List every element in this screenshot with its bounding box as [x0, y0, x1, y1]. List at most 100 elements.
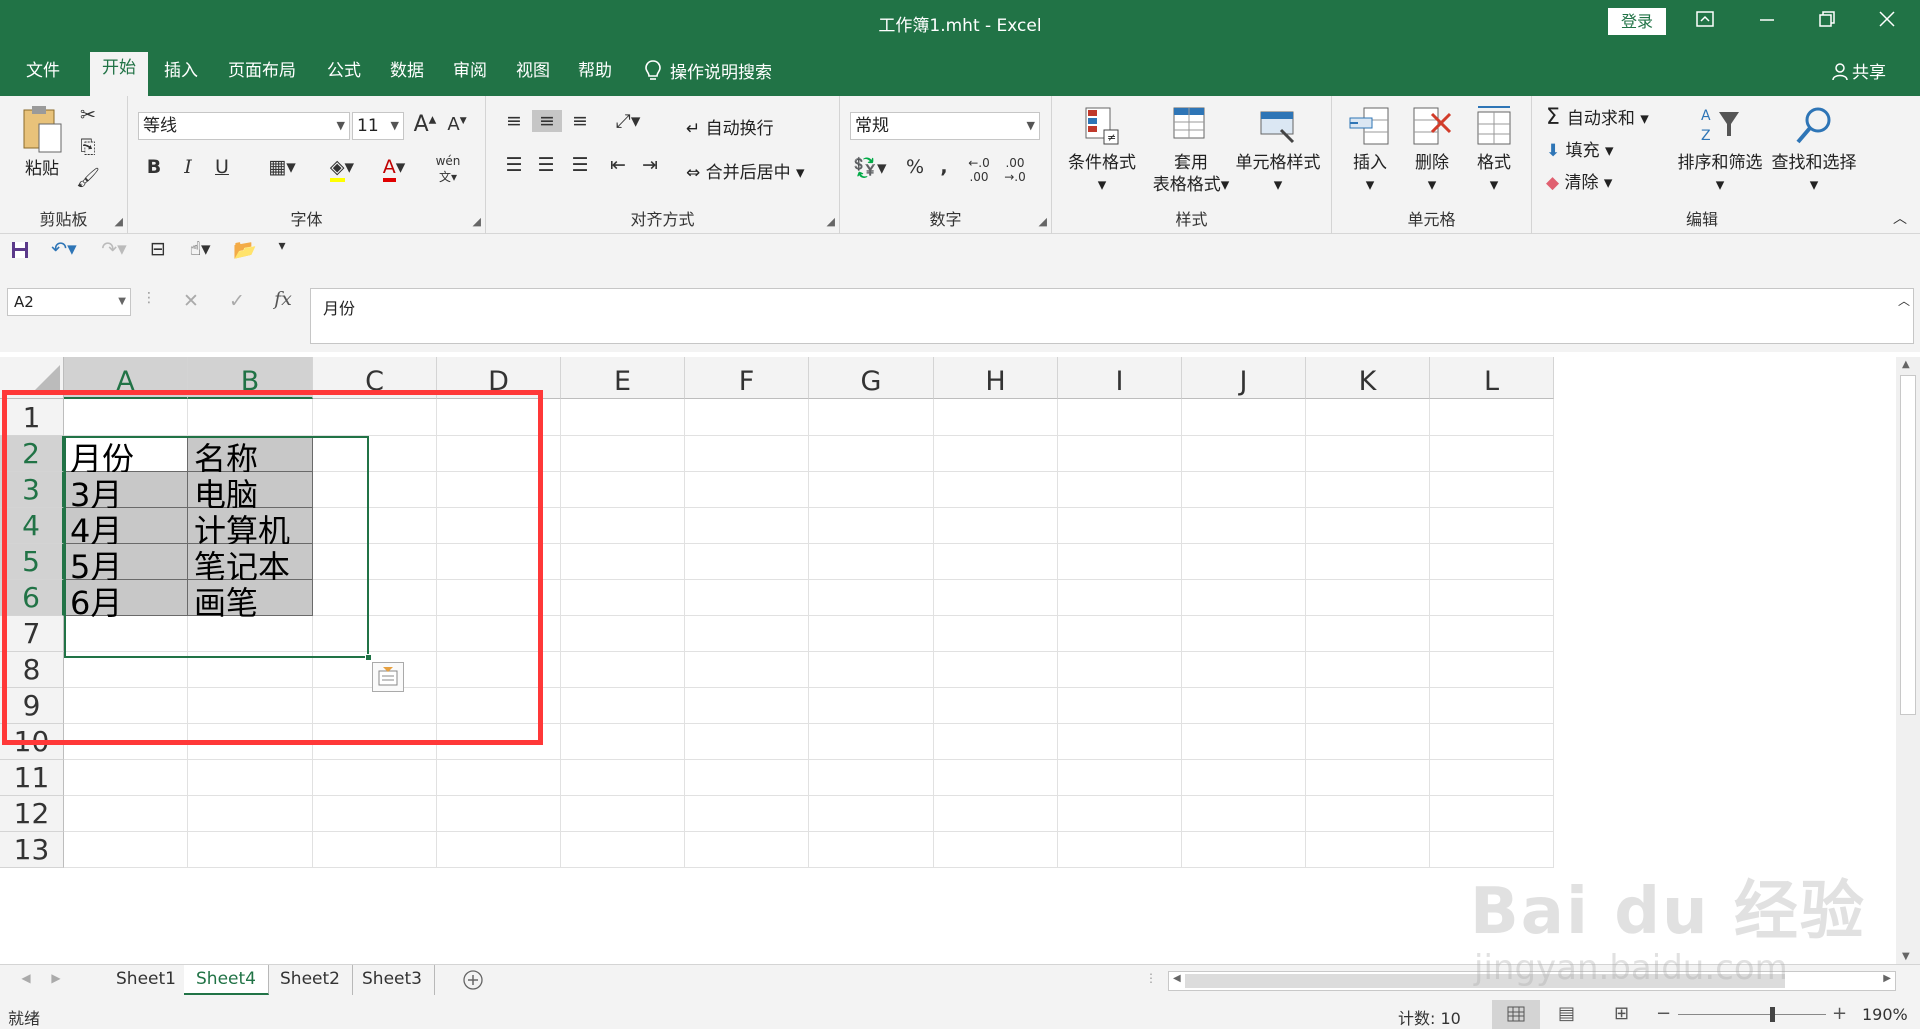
insert-function-icon[interactable]: fx	[268, 288, 298, 310]
login-button[interactable]: 登录	[1608, 8, 1666, 35]
cell-i6[interactable]	[1058, 580, 1182, 616]
cell-i2[interactable]	[1058, 436, 1182, 472]
row-header-13[interactable]: 13	[0, 832, 64, 868]
tab-help[interactable]: 帮助	[578, 58, 612, 96]
cell-d4[interactable]	[437, 508, 561, 544]
cell-k4[interactable]	[1306, 508, 1430, 544]
cell-f13[interactable]	[685, 832, 809, 868]
cell-l2[interactable]	[1430, 436, 1554, 472]
column-header-d[interactable]: D	[437, 357, 561, 399]
quick-analysis-button[interactable]	[372, 662, 404, 692]
cell-a1[interactable]	[64, 399, 188, 436]
comma-button[interactable]: ,	[934, 156, 954, 178]
cell-a2[interactable]: 月份	[64, 436, 188, 478]
increase-decimal-icon[interactable]: ←.0.00	[964, 156, 994, 184]
cell-k13[interactable]	[1306, 832, 1430, 868]
touch-mode-icon[interactable]: ☝▾	[180, 238, 220, 260]
cell-d12[interactable]	[437, 796, 561, 832]
tab-data[interactable]: 数据	[390, 58, 424, 96]
column-header-k[interactable]: K	[1306, 357, 1430, 399]
cell-h7[interactable]	[934, 616, 1058, 652]
cell-i11[interactable]	[1058, 760, 1182, 796]
close-icon[interactable]	[1872, 10, 1902, 36]
cut-icon[interactable]: ✂	[74, 104, 102, 126]
cell-g6[interactable]	[809, 580, 934, 616]
cell-f3[interactable]	[685, 472, 809, 508]
prev-sheet-icon[interactable]: ◀	[18, 971, 34, 985]
underline-button[interactable]: U	[210, 156, 234, 178]
cell-l13[interactable]	[1430, 832, 1554, 868]
cell-j7[interactable]	[1182, 616, 1306, 652]
confirm-entry-icon[interactable]: ✓	[224, 290, 250, 312]
zoom-in-icon[interactable]: +	[1832, 1003, 1847, 1024]
ribbon-display-icon[interactable]	[1690, 10, 1720, 36]
cell-j13[interactable]	[1182, 832, 1306, 868]
delete-cells-button[interactable]: 删除 ▾	[1402, 104, 1462, 196]
cell-l1[interactable]	[1430, 399, 1554, 436]
cell-l8[interactable]	[1430, 652, 1554, 688]
font-name-select[interactable]: 等线 ▼	[138, 112, 350, 140]
autosum-button[interactable]: Σ 自动求和 ▾	[1546, 104, 1649, 130]
cell-g12[interactable]	[809, 796, 934, 832]
cell-c6[interactable]	[313, 580, 437, 616]
sheet-tab-sheet1[interactable]: Sheet1	[104, 965, 189, 995]
cell-d1[interactable]	[437, 399, 561, 436]
paste-button[interactable]: 粘贴	[14, 104, 70, 180]
align-center-icon[interactable]: ☰	[532, 154, 560, 176]
cell-g11[interactable]	[809, 760, 934, 796]
cell-c4[interactable]	[313, 508, 437, 544]
cell-f11[interactable]	[685, 760, 809, 796]
cell-g3[interactable]	[809, 472, 934, 508]
cell-e7[interactable]	[561, 616, 685, 652]
font-launcher-icon[interactable]: ◢	[473, 215, 481, 228]
vertical-scrollbar[interactable]: ▲ ▼	[1896, 357, 1920, 964]
align-bottom-icon[interactable]: ≡	[566, 110, 594, 132]
name-box[interactable]: A2 ▼	[7, 288, 131, 316]
cell-i3[interactable]	[1058, 472, 1182, 508]
cell-d9[interactable]	[437, 688, 561, 724]
cell-i9[interactable]	[1058, 688, 1182, 724]
cell-h10[interactable]	[934, 724, 1058, 760]
customize-qat-icon[interactable]: ▾	[270, 238, 294, 254]
alignment-launcher-icon[interactable]: ◢	[827, 215, 835, 228]
cell-e6[interactable]	[561, 580, 685, 616]
cell-k2[interactable]	[1306, 436, 1430, 472]
percent-button[interactable]: %	[902, 156, 928, 178]
cell-l12[interactable]	[1430, 796, 1554, 832]
cell-b8[interactable]	[188, 652, 313, 688]
decrease-indent-icon[interactable]: ⇤	[604, 154, 632, 176]
collapse-ribbon-icon[interactable]: ︿	[1890, 208, 1910, 228]
cell-f7[interactable]	[685, 616, 809, 652]
row-header-5[interactable]: 5	[0, 544, 64, 580]
cancel-entry-icon[interactable]: ✕	[178, 290, 204, 312]
cell-h2[interactable]	[934, 436, 1058, 472]
cell-d7[interactable]	[437, 616, 561, 652]
cell-c10[interactable]	[313, 724, 437, 760]
formula-input[interactable]: 月份	[310, 288, 1914, 344]
cell-a9[interactable]	[64, 688, 188, 724]
cell-k6[interactable]	[1306, 580, 1430, 616]
cell-h4[interactable]	[934, 508, 1058, 544]
cell-c12[interactable]	[313, 796, 437, 832]
cell-d8[interactable]	[437, 652, 561, 688]
copy-icon[interactable]: ⎘	[74, 136, 102, 158]
cell-j9[interactable]	[1182, 688, 1306, 724]
bold-button[interactable]: B	[142, 156, 166, 178]
cell-f5[interactable]	[685, 544, 809, 580]
cell-i13[interactable]	[1058, 832, 1182, 868]
cell-b4[interactable]: 计算机	[188, 508, 313, 550]
cell-k7[interactable]	[1306, 616, 1430, 652]
cell-b9[interactable]	[188, 688, 313, 724]
column-header-e[interactable]: E	[561, 357, 685, 399]
cell-b1[interactable]	[188, 399, 313, 436]
italic-button[interactable]: I	[176, 156, 200, 178]
cell-j10[interactable]	[1182, 724, 1306, 760]
cell-b13[interactable]	[188, 832, 313, 868]
cell-h6[interactable]	[934, 580, 1058, 616]
cell-d5[interactable]	[437, 544, 561, 580]
cell-k9[interactable]	[1306, 688, 1430, 724]
cell-styles-button[interactable]: 单元格样式 ▾	[1228, 104, 1328, 196]
cell-c11[interactable]	[313, 760, 437, 796]
column-header-j[interactable]: J	[1182, 357, 1306, 399]
restore-icon[interactable]	[1812, 10, 1842, 36]
